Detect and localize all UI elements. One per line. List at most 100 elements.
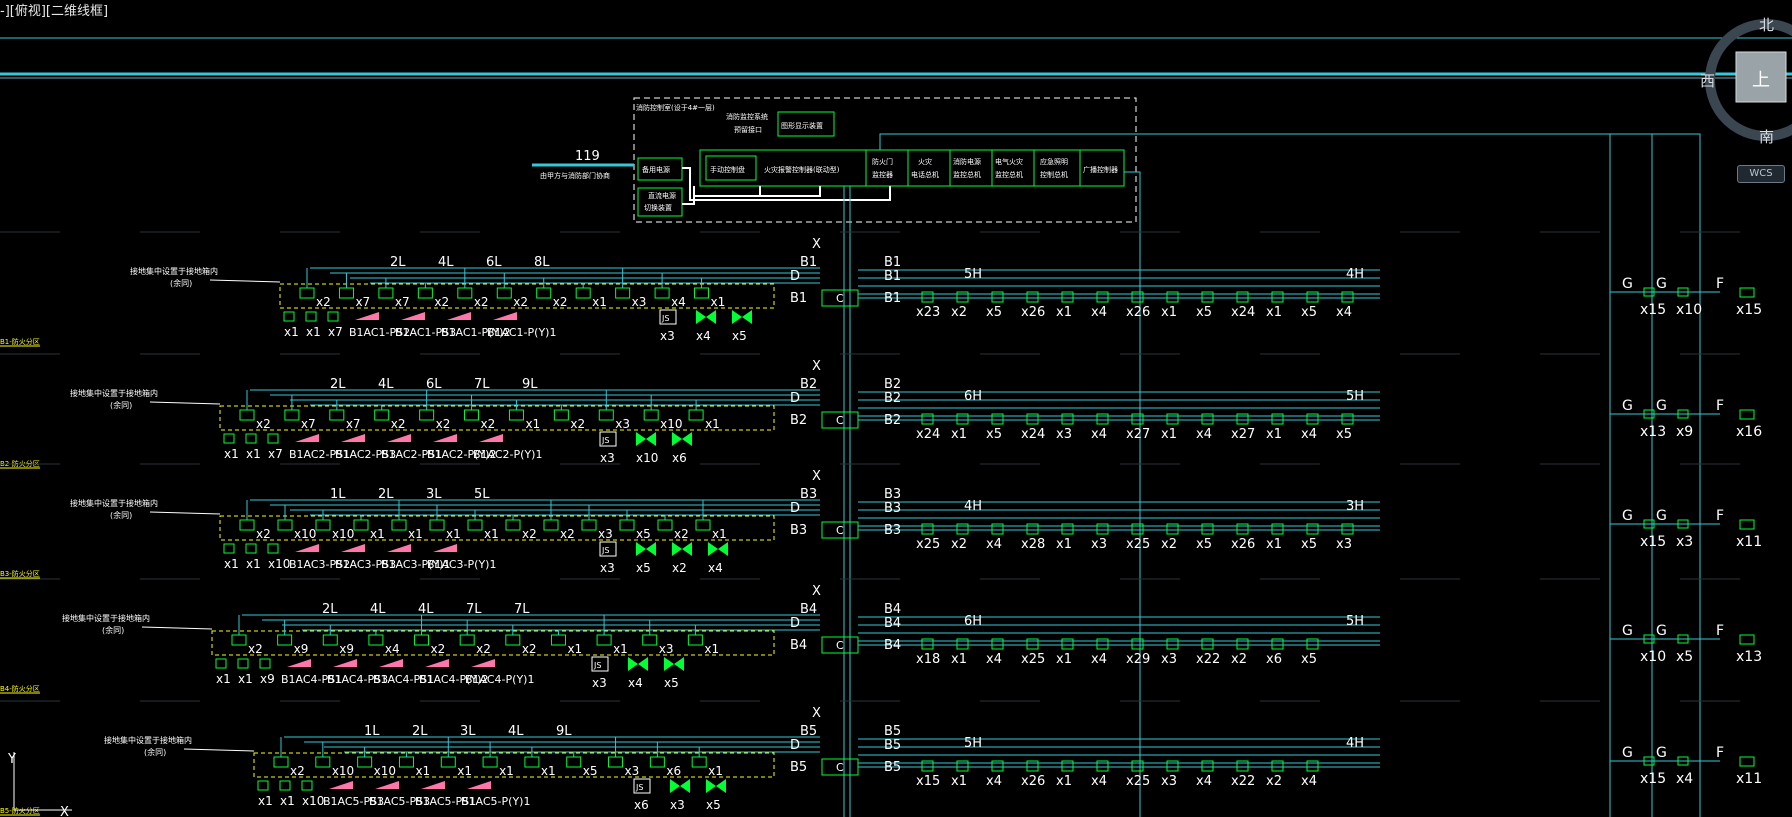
right-id-2: B4 xyxy=(884,616,901,631)
g-label-1: G xyxy=(1622,623,1633,639)
detector-count: x4 xyxy=(1091,652,1107,667)
detector-count: x4 xyxy=(1091,427,1107,442)
panel-marker xyxy=(467,781,491,789)
f-count: x16 xyxy=(1736,424,1762,440)
field-device xyxy=(267,543,279,554)
left-id-bottom: B4 xyxy=(790,638,807,653)
detector-count: x4 xyxy=(1091,774,1107,789)
f-label: F xyxy=(1716,508,1724,524)
detector-count: x4 xyxy=(1196,427,1212,442)
floor-note-sub: (余同) xyxy=(170,278,192,288)
js-label: JS xyxy=(601,546,609,555)
left-id-bottom: B3 xyxy=(790,523,807,538)
fire-phone-label-1: 火灾 xyxy=(918,157,932,166)
right-h1: 4H xyxy=(964,499,982,514)
d-label: D xyxy=(790,391,800,406)
module-symbol xyxy=(457,287,473,299)
module-symbol xyxy=(329,409,345,421)
g-count-1: x15 xyxy=(1640,771,1666,787)
detector-count: x6 xyxy=(1266,652,1282,667)
leader-line xyxy=(149,511,221,515)
field-device xyxy=(237,658,249,669)
right-id-1: B3 xyxy=(884,487,901,502)
module-symbol xyxy=(378,287,394,299)
g-count-1: x13 xyxy=(1640,424,1666,440)
panel-marker xyxy=(295,544,319,552)
detector-count: x1 xyxy=(1056,305,1072,320)
panel-marker xyxy=(425,659,449,667)
module-count: x2 xyxy=(481,417,496,431)
hub-label: C xyxy=(836,761,844,774)
link-119-number: 119 xyxy=(575,149,600,164)
g-count-1: x15 xyxy=(1640,302,1666,318)
detector-count: x5 xyxy=(1301,652,1317,667)
x-label: X xyxy=(812,584,821,599)
valve-symbol xyxy=(696,310,716,324)
module-symbol xyxy=(284,409,300,421)
load-label: 1L xyxy=(364,724,380,739)
module-count: x2 xyxy=(256,417,271,431)
valve-symbol xyxy=(672,432,692,446)
ucs-y-label: Y xyxy=(7,752,16,767)
module-count: x2 xyxy=(522,642,537,656)
detector-count: x27 xyxy=(1126,427,1150,442)
module-symbol xyxy=(398,756,414,768)
module-symbol xyxy=(642,634,658,646)
manual-panel-label: 手动控制盘 xyxy=(710,165,745,174)
leader-line xyxy=(183,748,255,752)
module-count: x1 xyxy=(712,527,727,541)
module-count: x2 xyxy=(436,417,451,431)
load-label: 4L xyxy=(378,377,394,392)
module-count: x1 xyxy=(704,642,719,656)
detector-count: x3 xyxy=(1161,774,1177,789)
module-count: x3 xyxy=(659,642,674,656)
panel-marker xyxy=(401,312,425,320)
detector-count: x1 xyxy=(951,652,967,667)
module-symbol xyxy=(464,409,480,421)
field-count: x1 xyxy=(306,325,321,339)
panel-marker xyxy=(287,659,311,667)
f-symbol xyxy=(1739,287,1755,298)
right-id-2: B5 xyxy=(884,738,901,753)
module-count: x1 xyxy=(408,527,423,541)
panel-marker xyxy=(387,434,411,442)
x-label: X xyxy=(812,237,821,252)
detector-count: x4 xyxy=(1196,774,1212,789)
right-h2: 3H xyxy=(1346,499,1364,514)
load-label: 4L xyxy=(438,255,454,270)
wcs-button[interactable]: WCS xyxy=(1737,165,1785,183)
detector-count: x24 xyxy=(1231,305,1255,320)
detector-count: x4 xyxy=(1301,427,1317,442)
module-symbol xyxy=(414,634,430,646)
module-count: x10 xyxy=(332,527,354,541)
tail-count: x3 xyxy=(660,329,675,343)
module-symbol xyxy=(688,409,704,421)
module-symbol xyxy=(353,519,369,531)
detector-count: x5 xyxy=(1196,305,1212,320)
module-symbol xyxy=(505,634,521,646)
field-device xyxy=(283,311,295,322)
module-symbol xyxy=(543,519,559,531)
detector-count: x5 xyxy=(1196,537,1212,552)
load-label: 9L xyxy=(522,377,538,392)
tail-count: x5 xyxy=(636,561,651,575)
panel-marker xyxy=(387,544,411,552)
module-count: x2 xyxy=(256,527,271,541)
detector-count: x4 xyxy=(1336,305,1352,320)
module-symbol xyxy=(440,756,456,768)
module-symbol xyxy=(459,634,475,646)
detector-count: x1 xyxy=(1266,427,1282,442)
module-symbol xyxy=(550,634,566,646)
module-symbol xyxy=(687,634,703,646)
module-symbol xyxy=(277,519,293,531)
module-symbol xyxy=(643,409,659,421)
detector-count: x2 xyxy=(1266,774,1282,789)
module-symbol xyxy=(508,409,524,421)
module-count: x1 xyxy=(705,417,720,431)
viewcube[interactable]: 北 南 西 上 xyxy=(1700,12,1792,152)
cad-drawing-canvas[interactable]: 消防控制室(设于4#一层) 消防监控系统 预留接口 图形显示装置 备用电源 直流… xyxy=(0,0,1792,817)
detector-count: x1 xyxy=(1056,537,1072,552)
module-count: x2 xyxy=(434,295,449,309)
panel-marker xyxy=(493,312,517,320)
field-device xyxy=(301,780,313,791)
